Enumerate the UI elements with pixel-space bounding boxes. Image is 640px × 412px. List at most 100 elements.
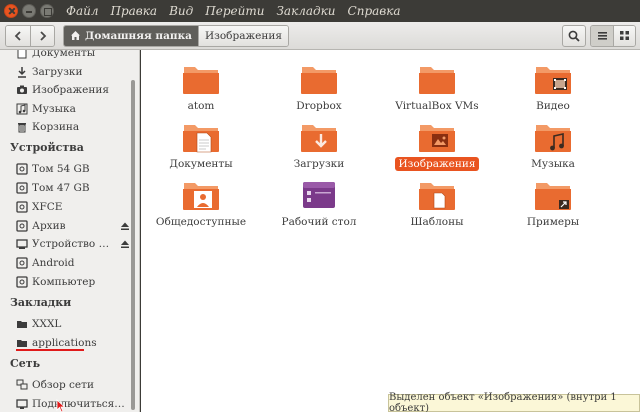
file-name: Музыка [531,158,575,170]
back-button[interactable] [6,25,30,46]
sidebar-item-label: Обзор сети [32,379,94,391]
file-item[interactable]: Изображения [387,120,487,171]
drive-icon [16,201,28,213]
sidebar-item-pictures[interactable]: Изображения [16,81,130,99]
sidebar-item-label: Android [32,257,75,269]
file-item[interactable]: Музыка [503,120,603,171]
sidebar-item-trash[interactable]: Корзина [16,118,130,136]
menu-file[interactable]: Файл [60,0,104,22]
sidebar-item-documents[interactable]: Документы [16,50,130,62]
sidebar-item-xfce[interactable]: XFCE [16,198,130,216]
file-item[interactable]: VirtualBox VMs [387,62,487,113]
sidebar-item-downloads[interactable]: Загрузки [16,63,130,81]
sidebar-item-label: Музыка [32,103,76,115]
menubar: Файл Правка Вид Перейти Закладки Справка [0,0,640,22]
sidebar-item-device[interactable]: Устройство … [16,235,130,253]
folder-icon [535,125,571,152]
drive-icon [16,182,28,194]
file-item[interactable]: Примеры [503,178,603,229]
sidebar-section-bookmarks: Закладки [10,296,72,309]
folder-icon [419,67,455,94]
folder-icon [419,183,455,210]
sidebar-item-volume-47[interactable]: Том 47 GB [16,179,130,197]
breadcrumb-pictures[interactable]: Изображения [197,25,288,46]
drive-icon [16,257,28,269]
file-name: VirtualBox VMs [395,100,479,112]
eject-icon[interactable] [120,239,130,249]
file-item[interactable]: atom [151,62,251,113]
file-name: Шаблоны [410,216,464,228]
sidebar-item-music[interactable]: Музыка [16,100,130,118]
file-name: Загрузки [293,158,345,170]
sidebar-item-xxxl[interactable]: XXXL [16,315,130,333]
home-icon [71,31,80,40]
drive-icon [16,163,28,175]
sidebar-item-android[interactable]: Android [16,254,130,272]
music-icon [16,103,28,115]
sidebar-item-label: Устройство … [32,238,110,250]
forward-button[interactable] [30,25,54,46]
folder-icon [301,125,337,152]
breadcrumb-home[interactable]: Домашняя папка [64,25,198,46]
breadcrumb: Домашняя папка Изображения [63,24,289,47]
drive-icon [16,276,28,288]
file-name: Документы [169,158,233,170]
status-bar: Выделен объект «Изображения» (внутри 1 о… [388,392,640,412]
sidebar-item-connect[interactable]: Подключиться… [16,395,130,412]
file-item[interactable]: Видео [503,62,603,113]
menu-bookmarks[interactable]: Закладки [270,0,341,22]
drive-icon [16,220,28,232]
sidebar-section-devices: Устройства [10,141,84,154]
sidebar-scrollbar[interactable] [131,80,135,410]
sidebar-item-label: Изображения [32,84,110,96]
sidebar-item-label: Архив [32,220,66,232]
search-button[interactable] [562,24,586,47]
file-item[interactable]: Документы [151,120,251,171]
menu-help[interactable]: Справка [342,0,407,22]
file-item[interactable]: Общедоступные [151,178,251,229]
eject-icon[interactable] [120,221,130,231]
window-controls [4,4,56,18]
desktop-folder-icon [303,182,335,208]
file-name: Видео [536,100,570,112]
sidebar-item-label: Документы [32,50,96,59]
sidebar-item-browse-network[interactable]: Обзор сети [16,376,130,394]
breadcrumb-home-label: Домашняя папка [85,29,192,42]
menu-edit[interactable]: Правка [104,0,163,22]
chevron-left-icon [14,30,21,41]
file-name: Изображения [395,157,479,171]
file-item[interactable]: Загрузки [269,120,369,171]
menu-go[interactable]: Перейти [199,0,270,22]
grid-view-button[interactable] [613,25,635,46]
sidebar-item-label: XFCE [32,201,63,213]
sidebar-item-label: Подключиться… [32,398,125,410]
folder-icon [183,183,219,210]
menu-view[interactable]: Вид [163,0,199,22]
nav-buttons [5,24,55,47]
sidebar-item-label: Корзина [32,121,80,133]
folder-icon [535,183,571,210]
mouse-cursor-icon [56,399,66,412]
close-window-button[interactable] [4,4,18,18]
file-name: Рабочий стол [281,216,357,228]
list-view-button[interactable] [591,25,613,46]
sidebar-item-volume-54[interactable]: Том 54 GB [16,160,130,178]
file-name: Примеры [526,216,580,228]
trash-icon [18,123,26,133]
maximize-window-button[interactable] [40,4,54,18]
device-icon [16,239,28,249]
folder-icon [17,321,27,328]
list-icon [597,32,607,40]
grid-icon [620,31,629,40]
folder-icon [183,67,219,94]
file-item[interactable]: Шаблоны [387,178,487,229]
sidebar-item-label: Компьютер [32,276,96,288]
file-name: Dropbox [296,100,342,112]
sidebar-item-computer[interactable]: Компьютер [16,273,130,291]
minimize-window-button[interactable] [22,4,36,18]
document-icon [17,50,27,59]
file-item[interactable]: Dropbox [269,62,369,113]
sidebar-item-archive[interactable]: Архив [16,217,130,235]
folder-icon [183,125,219,153]
file-item[interactable]: Рабочий стол [269,178,369,229]
